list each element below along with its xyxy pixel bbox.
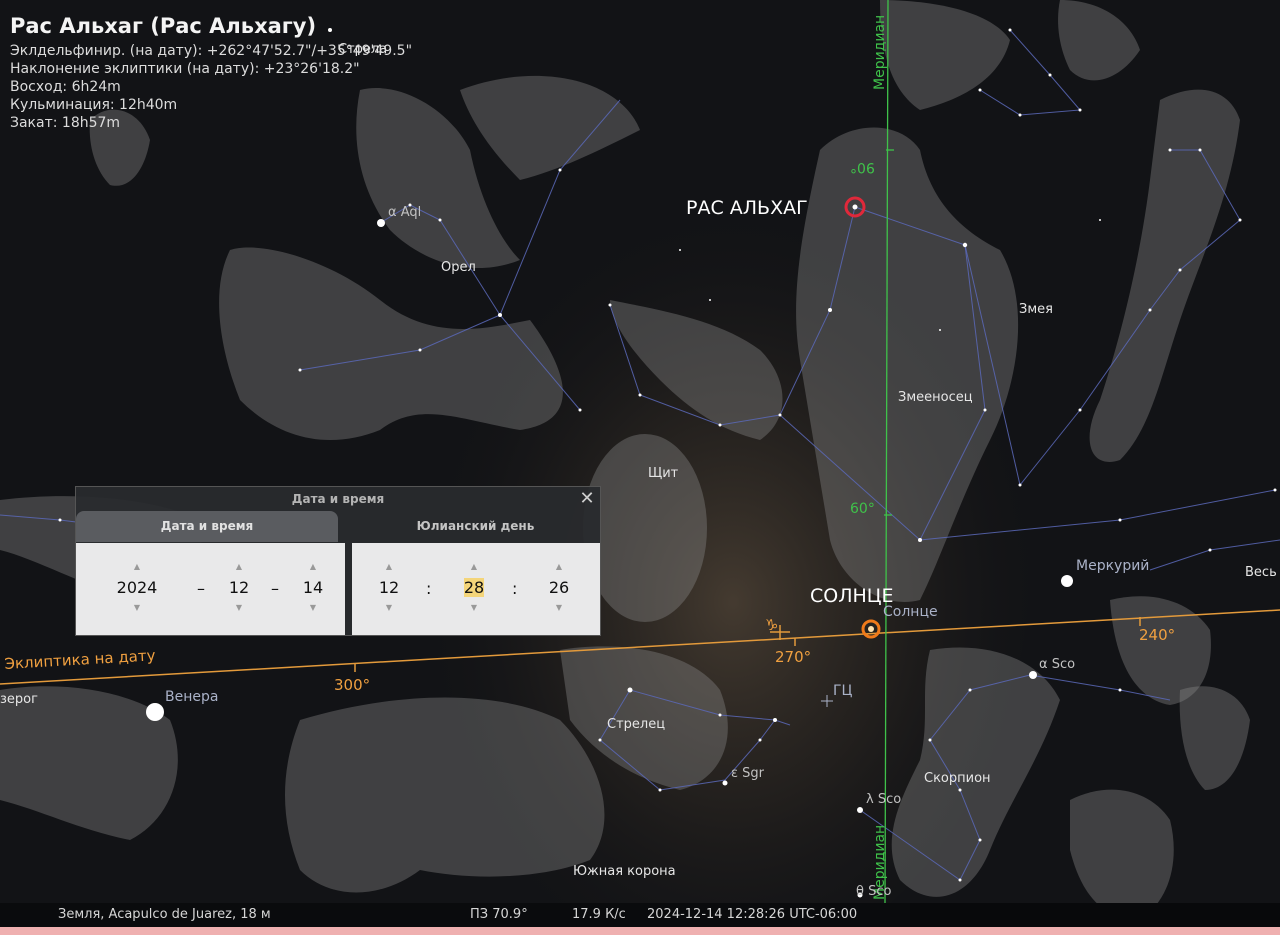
dialog-title: Дата и время bbox=[291, 492, 385, 506]
tab-julian-day[interactable]: Юлианский день bbox=[351, 511, 600, 542]
month-value[interactable]: 12 bbox=[212, 578, 266, 597]
day-spinner[interactable]: ▲ 14 ▼ bbox=[286, 543, 340, 635]
chevron-down-icon[interactable]: ▼ bbox=[447, 601, 501, 615]
datetime-dialog: Дата и время ✕ Дата и время Юлианский де… bbox=[75, 486, 601, 636]
sky-view[interactable] bbox=[0, 0, 1280, 935]
label-venera[interactable]: Венера bbox=[165, 689, 218, 705]
label-kozerog: зерог bbox=[0, 692, 38, 707]
chevron-down-icon[interactable]: ▼ bbox=[362, 601, 416, 615]
capricorn-icon: ♑ bbox=[765, 616, 779, 634]
label-strelec: Стрелец bbox=[607, 717, 666, 732]
chevron-up-icon[interactable]: ▲ bbox=[110, 560, 164, 574]
status-bar: Земля, Acapulco de Juarez, 18 м ПЗ 70.9°… bbox=[0, 903, 1280, 927]
label-zmeenosec: Змееносец bbox=[898, 390, 973, 405]
label-merkuriy[interactable]: Меркурий bbox=[1076, 558, 1149, 574]
time-separator: : bbox=[426, 579, 432, 598]
object-info-line: Эклдельфинир. (на дату): +262°47'52.7"/+… bbox=[10, 43, 413, 59]
object-info-panel: Рас Альхаг (Рас Альхагу) Эклдельфинир. (… bbox=[10, 14, 412, 132]
date-separator: – bbox=[271, 579, 279, 598]
status-datetime[interactable]: 2024-12-14 12:28:26 UTC-06:00 bbox=[647, 907, 857, 922]
label-deg-240: 240° bbox=[1139, 626, 1176, 644]
second-value[interactable]: 26 bbox=[532, 578, 586, 597]
status-fov: ПЗ 70.9° bbox=[470, 907, 528, 922]
chevron-down-icon[interactable]: ▼ bbox=[212, 601, 266, 615]
status-bar-right-bg bbox=[910, 903, 1280, 927]
chevron-down-icon[interactable]: ▼ bbox=[110, 601, 164, 615]
label-deg-60: 60° bbox=[850, 501, 875, 517]
chevron-down-icon[interactable]: ▼ bbox=[532, 601, 586, 615]
object-info-line: Восход: 6h24m bbox=[10, 79, 121, 95]
label-gc: ГЦ bbox=[833, 683, 853, 699]
label-solnce-big[interactable]: СОЛНЦЕ bbox=[810, 585, 894, 607]
object-title: Рас Альхаг (Рас Альхагу) bbox=[10, 14, 317, 38]
object-info-line: Наклонение эклиптики (на дату): +23°26'1… bbox=[10, 61, 360, 77]
date-separator: – bbox=[197, 579, 205, 598]
year-value[interactable]: 2024 bbox=[110, 578, 164, 597]
label-ras-alhag[interactable]: РАС АЛЬХАГ bbox=[686, 197, 808, 219]
label-solnce-small: Солнце bbox=[883, 604, 938, 620]
minute-value-text[interactable]: 28 bbox=[463, 578, 485, 597]
mercury-dot[interactable] bbox=[1061, 575, 1073, 587]
venus-dot[interactable] bbox=[146, 703, 164, 721]
label-yuzhnaya-korona: Южная корона bbox=[573, 864, 676, 879]
label-deg-270: 270° bbox=[775, 648, 812, 666]
chevron-up-icon[interactable]: ▲ bbox=[447, 560, 501, 574]
label-skorpion: Скорпион bbox=[924, 771, 991, 786]
label-zmeya: Змея bbox=[1019, 302, 1053, 317]
tab-date-time[interactable]: Дата и время bbox=[76, 511, 338, 542]
chevron-up-icon[interactable]: ▲ bbox=[286, 560, 340, 574]
status-location[interactable]: Земля, Acapulco de Juarez, 18 м bbox=[58, 907, 271, 922]
object-info-line: Кульминация: 12h40m bbox=[10, 97, 178, 113]
window-bottom-border bbox=[0, 927, 1280, 935]
label-meridian-top: Меридиан bbox=[872, 14, 888, 90]
hour-spinner[interactable]: ▲ 12 ▼ bbox=[362, 543, 416, 635]
month-spinner[interactable]: ▲ 12 ▼ bbox=[212, 543, 266, 635]
label-deg-90: 90° bbox=[850, 159, 875, 175]
time-separator: : bbox=[512, 579, 518, 598]
label-lambda-sco: λ Sco bbox=[866, 792, 902, 807]
second-spinner[interactable]: ▲ 26 ▼ bbox=[532, 543, 586, 635]
status-fps: 17.9 К/с bbox=[572, 907, 626, 922]
chevron-down-icon[interactable]: ▼ bbox=[286, 601, 340, 615]
chevron-up-icon[interactable]: ▲ bbox=[362, 560, 416, 574]
label-alpha-aql: α Aql bbox=[388, 205, 422, 220]
label-deg-300: 300° bbox=[334, 676, 371, 694]
year-spinner[interactable]: ▲ 2024 ▼ bbox=[110, 543, 164, 635]
label-shit: Щит bbox=[648, 466, 679, 481]
minute-value[interactable]: 28 bbox=[447, 578, 501, 597]
time-pane: ▲ 12 ▼ : ▲ 28 ▼ : ▲ 26 ▼ bbox=[352, 543, 600, 635]
label-ves: Весь bbox=[1245, 565, 1277, 580]
hour-value[interactable]: 12 bbox=[362, 578, 416, 597]
label-theta-sco: θ Sco bbox=[856, 884, 892, 899]
label-eps-sgr: ε Sgr bbox=[731, 766, 765, 781]
chevron-up-icon[interactable]: ▲ bbox=[212, 560, 266, 574]
day-value[interactable]: 14 bbox=[286, 578, 340, 597]
object-info-line: Закат: 18h57m bbox=[10, 115, 121, 131]
close-icon[interactable]: ✕ bbox=[578, 489, 596, 509]
label-orel: Орел bbox=[441, 260, 476, 275]
label-alpha-sco: α Sco bbox=[1039, 657, 1076, 672]
chevron-up-icon[interactable]: ▲ bbox=[532, 560, 586, 574]
date-pane: ▲ 2024 ▼ – ▲ 12 ▼ – ▲ 14 ▼ bbox=[76, 543, 345, 635]
minute-spinner[interactable]: ▲ 28 ▼ bbox=[447, 543, 501, 635]
